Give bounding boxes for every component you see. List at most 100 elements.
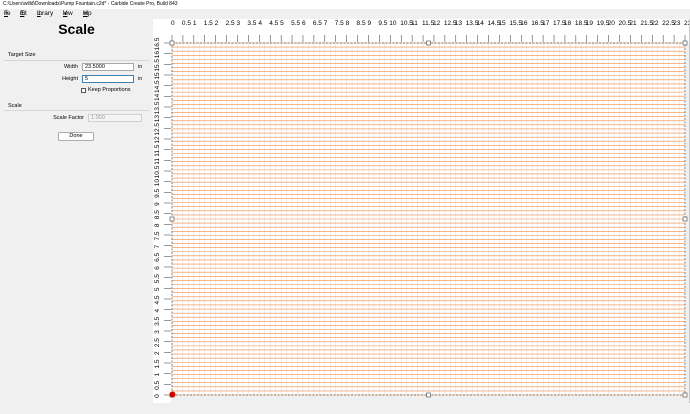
menu-help[interactable]: Help: [83, 9, 92, 19]
x-ruler-label: 22: [651, 20, 659, 27]
y-ruler-label: 15: [154, 72, 161, 80]
x-ruler-label: 1.5: [204, 20, 213, 27]
menu-file[interactable]: File: [4, 9, 11, 19]
x-ruler-label: 3.5: [247, 20, 256, 27]
y-ruler-label: 0: [154, 394, 161, 398]
x-ruler-label: 8.5: [357, 20, 366, 27]
y-ruler-label: 16: [154, 51, 161, 59]
y-ruler-label: 7: [154, 244, 161, 248]
x-ruler-label: 4: [258, 20, 262, 27]
height-unit: in: [138, 76, 143, 82]
y-ruler-label: 0.5: [154, 380, 161, 389]
y-ruler-label: 15.5: [154, 59, 161, 72]
keep-proportions-checkbox[interactable]: [81, 88, 86, 93]
y-ruler-label: 9.5: [154, 188, 161, 197]
x-ruler-label: 6.5: [313, 20, 322, 27]
panel-title: Scale: [58, 21, 95, 37]
menu-bar: File Edit Library View Help: [0, 9, 690, 19]
y-ruler-label: 6.5: [154, 252, 161, 261]
selection-handle: [426, 392, 431, 398]
x-ruler-label: 23: [673, 20, 681, 27]
width-unit: in: [138, 64, 143, 70]
x-ruler-label: 5.5: [291, 20, 300, 27]
x-ruler-label: 0: [171, 20, 175, 27]
y-ruler-label: 2: [154, 351, 161, 355]
y-ruler-label: 4: [154, 308, 161, 312]
y-ruler-label: 12: [154, 136, 161, 144]
y-ruler-label: 10: [154, 179, 161, 187]
keep-proportions-label: Keep Proportions: [88, 87, 131, 93]
y-ruler-label: 6: [154, 266, 161, 270]
x-ruler-label: 8: [346, 20, 350, 27]
window-title: C:\Users\willd\Downloads\Pump Fountain.c…: [3, 1, 178, 7]
y-ruler-label: 4.5: [154, 295, 161, 304]
x-ruler-label: 6: [302, 20, 306, 27]
selection-handle: [682, 392, 688, 398]
x-ruler-label: 1: [193, 20, 197, 27]
y-ruler-label: 1: [154, 372, 161, 376]
x-ruler-label: 7.5: [335, 20, 344, 27]
y-ruler-label: 12.5: [154, 123, 161, 136]
x-ruler-label: 18: [564, 20, 572, 27]
y-ruler-label: 13: [154, 115, 161, 123]
target-size-divider: [4, 60, 149, 61]
x-ruler-label: 11: [411, 20, 418, 27]
done-button[interactable]: Done: [58, 132, 94, 141]
y-ruler-label: 10.5: [154, 165, 161, 178]
x-ruler-label: 15: [498, 20, 506, 27]
x-ruler-label: 2: [215, 20, 219, 27]
width-label: Width: [63, 64, 78, 70]
x-ruler-label: 3: [236, 20, 240, 27]
x-ruler-label: 13: [455, 20, 463, 27]
scale-panel: Scale Target Size Width in Height in Kee…: [0, 19, 153, 403]
x-ruler-label: 0.5: [182, 20, 191, 27]
x-ruler-label: 7: [324, 20, 328, 27]
scale-factor-label: Scale Factor: [53, 115, 84, 121]
y-ruler-label: 1.5: [154, 359, 161, 368]
selection-handle: [682, 40, 688, 46]
status-bar: [0, 403, 690, 414]
x-ruler-label: 4.5: [269, 20, 278, 27]
design-canvas[interactable]: 0 0.5 1 1.5 2 2.5 3 3.5 4 4.5 5 5.5 6 6.5 7 7.5 8 8.5 9 9.5…: [153, 19, 690, 403]
y-ruler-label: 9: [154, 202, 161, 206]
menu-view[interactable]: View: [63, 9, 73, 19]
menu-library[interactable]: Library: [37, 9, 53, 19]
x-ruler-label: 21: [629, 20, 637, 27]
y-ruler-label: 7.5: [154, 231, 161, 240]
x-ruler-label: 9: [367, 20, 371, 27]
y-ruler-label: 2.5: [154, 338, 161, 347]
height-field[interactable]: [82, 75, 134, 83]
selection-handle: [169, 40, 175, 46]
scale-factor-field: [88, 114, 142, 122]
x-ruler-label: 10: [389, 20, 397, 27]
width-field[interactable]: [82, 63, 134, 71]
y-ruler-label: 8.5: [154, 210, 161, 219]
y-ruler-label: 14.5: [154, 80, 161, 93]
scale-divider: [4, 110, 149, 111]
y-ruler-label: 14: [154, 93, 161, 101]
y-ruler-label: 5.5: [154, 274, 161, 283]
selection-handle: [169, 216, 175, 222]
height-label: Height: [62, 76, 78, 82]
selection-handle: [426, 40, 431, 46]
target-size-heading: Target Size: [8, 52, 36, 58]
y-ruler-label: 13.5: [154, 101, 161, 114]
y-ruler-label: 5: [154, 287, 161, 291]
scale-heading: Scale: [8, 103, 22, 109]
y-ruler-label: 11: [154, 158, 161, 165]
window-title-bar: C:\Users\willd\Downloads\Pump Fountain.c…: [0, 0, 690, 9]
y-ruler-label: 8: [154, 223, 161, 227]
selection-handle: [682, 216, 688, 222]
y-ruler-label: 16.5: [154, 37, 161, 50]
origin-marker: [169, 391, 176, 398]
canvas-svg[interactable]: 0 0.5 1 1.5 2 2.5 3 3.5 4 4.5 5 5.5 6 6.5 7 7.5 8 8.5 9 9.5…: [153, 19, 690, 403]
x-ruler-label: 12: [433, 20, 441, 27]
x-ruler-label: 14: [477, 20, 485, 27]
y-ruler-label: 3.5: [154, 316, 161, 325]
x-ruler-label: 5: [280, 20, 284, 27]
menu-edit[interactable]: Edit: [20, 9, 27, 19]
x-ruler-label: 17: [542, 20, 550, 27]
x-ruler-label: 19: [586, 20, 594, 27]
x-ruler-label: 9.5: [378, 20, 387, 27]
x-ruler-label: 2.5: [226, 20, 235, 27]
